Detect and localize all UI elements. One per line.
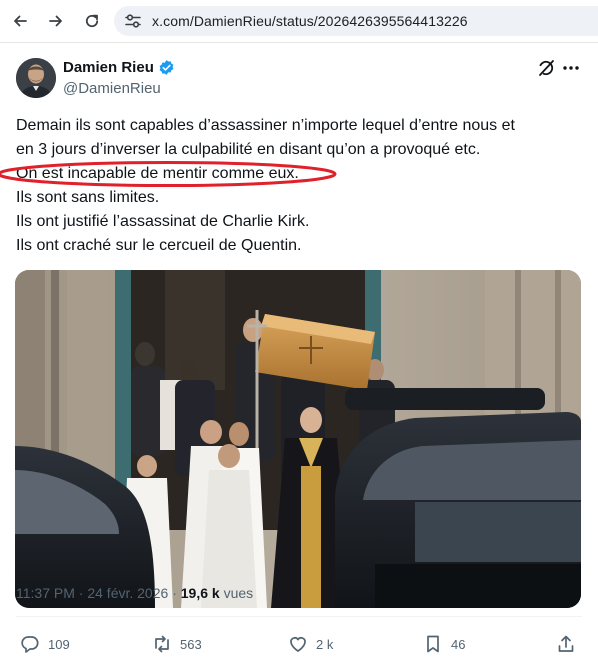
arrow-right-icon: [49, 15, 62, 27]
bookmark-count: 46: [451, 636, 466, 652]
author-name-row[interactable]: Damien Rieu: [63, 59, 175, 76]
share-button[interactable]: [556, 632, 584, 656]
address-bar[interactable]: x.com/DamienRieu/status/2026426395564413…: [114, 6, 598, 36]
reload-icon: [85, 14, 99, 28]
arrow-left-icon: [14, 15, 27, 27]
tweet-text-line: en 3 jours d’inverser la culpabilité en …: [16, 141, 481, 158]
meta-separator: ·: [172, 585, 177, 601]
reply-count: 109: [48, 636, 70, 652]
repost-icon: [155, 635, 169, 653]
tweet: Damien Rieu @DamienRieu Demain ils sont …: [0, 42, 598, 666]
tweet-time[interactable]: 11:37 PM: [16, 585, 75, 601]
divider: [16, 616, 582, 617]
views-label: vues: [223, 585, 254, 601]
verified-badge-icon: [159, 60, 174, 75]
tweet-text: Demain ils sont capables d’assassiner n’…: [16, 114, 584, 258]
tweet-text-line: Ils ont craché sur le cercueil de Quenti…: [16, 237, 302, 254]
funeral-photo: [15, 270, 581, 608]
tweet-text-line: Demain ils sont capables d’assassiner n’…: [16, 117, 515, 134]
avatar-photo: [16, 58, 56, 98]
url-text[interactable]: x.com/DamienRieu/status/2026426395564413…: [152, 13, 468, 29]
back-button[interactable]: [7, 8, 33, 34]
tweet-photo[interactable]: [15, 270, 581, 608]
forward-button[interactable]: [43, 8, 69, 34]
avatar[interactable]: [16, 58, 56, 98]
browser-toolbar: x.com/DamienRieu/status/2026426395564413…: [0, 0, 598, 43]
meta-separator: ·: [78, 585, 84, 601]
tweet-meta: 11:37 PM · 24 févr. 2026 · 19,6 k vues: [16, 585, 253, 601]
tweet-text-line: Ils ont justifié l’assassinat de Charlie…: [16, 213, 310, 230]
bookmark-icon: [427, 635, 439, 653]
more-options-icon[interactable]: [561, 58, 581, 78]
bookmark-button[interactable]: 46: [423, 632, 465, 656]
repost-count: 563: [180, 636, 202, 652]
reply-icon: [21, 636, 39, 653]
tweet-text-line: Ils sont sans limites.: [16, 189, 160, 206]
author-handle[interactable]: @DamienRieu: [63, 80, 161, 97]
heart-icon: [290, 637, 306, 652]
reload-button[interactable]: [79, 8, 105, 34]
tweet-date[interactable]: 24 févr. 2026: [87, 585, 168, 601]
tweet-text-line-highlighted: On est incapable de mentir comme eux.: [16, 165, 299, 182]
tweet-actions-bar: 109 563 2 k 46: [0, 632, 598, 658]
author-display-name[interactable]: Damien Rieu: [63, 59, 154, 76]
share-icon: [558, 635, 574, 652]
tune-icon[interactable]: [124, 13, 142, 29]
views-count: 19,6 k: [180, 585, 220, 601]
like-count: 2 k: [316, 636, 334, 652]
like-button[interactable]: 2 k: [288, 632, 333, 656]
repost-button[interactable]: 563: [152, 632, 202, 656]
grok-icon[interactable]: [536, 58, 556, 78]
reply-button[interactable]: 109: [20, 632, 70, 656]
